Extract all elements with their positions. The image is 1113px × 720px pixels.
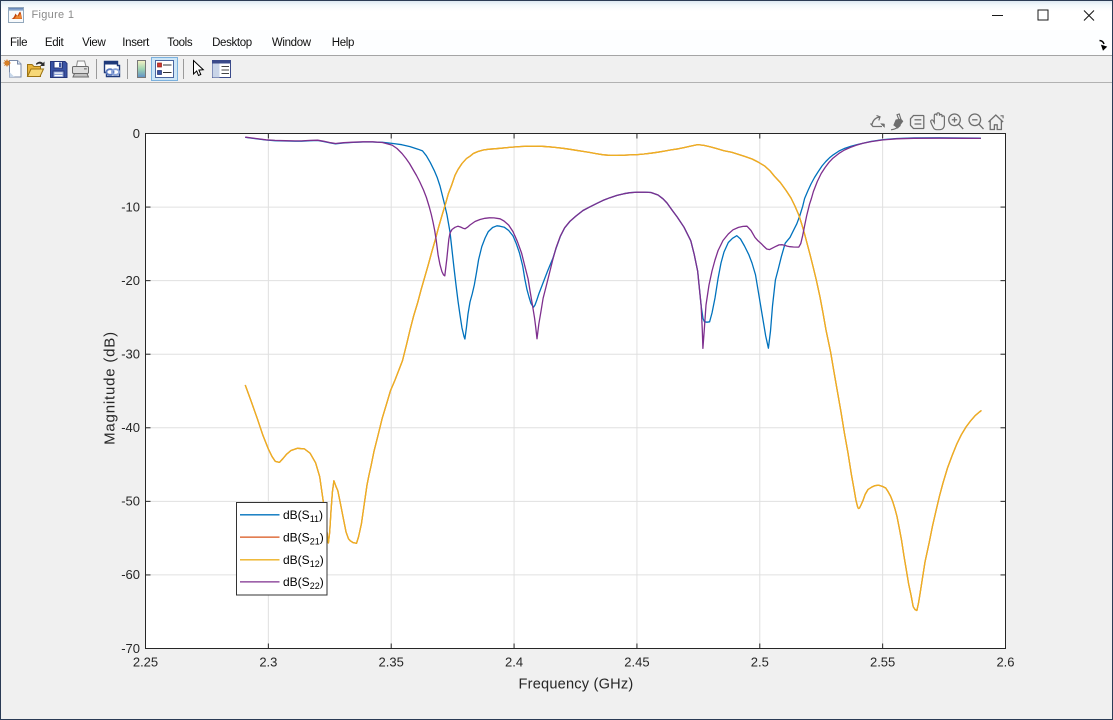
svg-text:-60: -60 [121, 567, 140, 582]
svg-text:2.25: 2.25 [133, 655, 158, 670]
svg-text:-70: -70 [121, 641, 140, 656]
svg-text:-10: -10 [121, 199, 140, 214]
svg-text:2.6: 2.6 [996, 655, 1014, 670]
svg-text:2.3: 2.3 [259, 655, 277, 670]
svg-text:2.5: 2.5 [751, 655, 769, 670]
svg-text:Frequency (GHz): Frequency (GHz) [519, 677, 634, 693]
svg-text:2.4: 2.4 [505, 655, 523, 670]
svg-text:-20: -20 [121, 273, 140, 288]
svg-text:-40: -40 [121, 420, 140, 435]
svg-text:2.35: 2.35 [379, 655, 404, 670]
svg-text:0: 0 [133, 126, 140, 141]
svg-text:2.55: 2.55 [870, 655, 895, 670]
svg-text:-50: -50 [121, 494, 140, 509]
svg-text:-30: -30 [121, 347, 140, 362]
svg-text:2.45: 2.45 [624, 655, 649, 670]
svg-text:Magnitude (dB): Magnitude (dB) [102, 331, 119, 445]
